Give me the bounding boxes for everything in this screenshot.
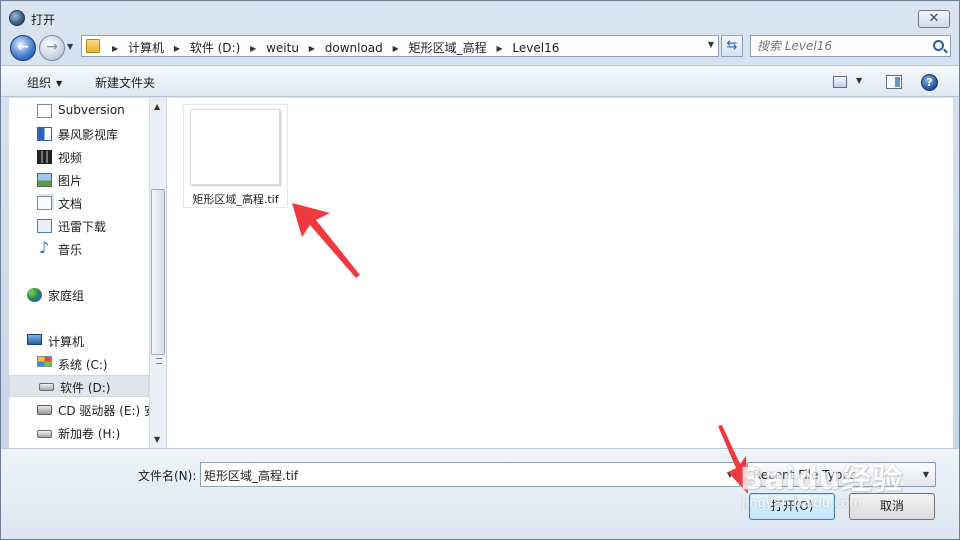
nav-item-computer[interactable]: 计算机 xyxy=(27,331,155,351)
change-view-icon[interactable] xyxy=(833,76,847,88)
nav-item-label: 系统 (C:) xyxy=(58,358,108,372)
breadcrumb-weitu[interactable]: weitu xyxy=(266,41,299,55)
navigation-pane: Subversion 暴风影视库 视频 图片 文档 迅雷下载 音乐 家庭组 xyxy=(9,98,167,448)
nav-item-cd-drive-e[interactable]: CD 驱动器 (E:) 安 xyxy=(37,400,155,420)
nav-item-drive-d[interactable]: 软件 (D:) xyxy=(9,375,149,397)
recent-locations-button[interactable]: ▼ xyxy=(67,42,77,52)
filename-combobox[interactable]: ▼ xyxy=(200,462,740,487)
nav-item-label: 视频 xyxy=(58,151,83,165)
view-options-dropdown-icon[interactable]: ▼ xyxy=(856,76,862,85)
close-button[interactable]: ✕ xyxy=(918,10,950,28)
file-item[interactable]: 矩形区域_高程.tif xyxy=(183,104,288,208)
nav-pane-scrollbar[interactable]: ▲ ▼ xyxy=(149,98,166,448)
search-box[interactable] xyxy=(750,35,951,57)
refresh-icon: ⇆ xyxy=(726,38,738,53)
documents-icon xyxy=(37,196,52,210)
nav-item-label: 计算机 xyxy=(48,335,85,349)
help-icon[interactable]: ? xyxy=(921,74,938,91)
image-file-icon xyxy=(190,109,280,185)
back-button[interactable]: ← xyxy=(10,35,36,61)
nav-item-label: 音乐 xyxy=(58,243,83,257)
nav-item-label: 文档 xyxy=(58,197,83,211)
nav-item-documents[interactable]: 文档 xyxy=(37,193,155,213)
scroll-down-icon[interactable]: ▼ xyxy=(154,435,160,444)
window-title: 打开 xyxy=(31,13,56,27)
organize-button[interactable]: 组织 ▼ xyxy=(27,74,62,91)
file-name: 矩形区域_高程.tif xyxy=(192,193,279,206)
windows-drive-icon xyxy=(37,356,52,367)
chevron-down-icon: ▼ xyxy=(56,79,63,88)
address-bar[interactable]: ▶ 计算机 ▶ 软件 (D:) ▶ weitu ▶ download ▶ 矩形区… xyxy=(81,35,719,57)
nav-item-label: 新加卷 (H:) xyxy=(58,427,121,441)
file-list-area[interactable]: 矩形区域_高程.tif xyxy=(167,98,953,448)
breadcrumb-computer[interactable]: 计算机 xyxy=(128,41,164,55)
computer-icon xyxy=(27,334,42,345)
breadcrumb-region-folder[interactable]: 矩形区域_高程 xyxy=(409,41,487,55)
breadcrumb-separator-icon[interactable]: ▶ xyxy=(174,44,180,53)
nav-item-label: 图片 xyxy=(58,174,83,188)
watermark-subtext: jingyan.baidu.com xyxy=(742,496,862,511)
homegroup-icon xyxy=(27,288,42,302)
nav-item-homegroup[interactable]: 家庭组 xyxy=(27,285,155,305)
breadcrumb-download[interactable]: download xyxy=(325,41,383,55)
breadcrumb-separator-icon[interactable]: ▶ xyxy=(393,44,399,53)
title-bar: 打开 ✕ xyxy=(1,1,959,35)
organize-label: 组织 xyxy=(27,76,52,90)
breadcrumb-separator-icon[interactable]: ▶ xyxy=(309,44,315,53)
preview-pane-icon[interactable] xyxy=(886,75,902,89)
search-icon[interactable] xyxy=(933,40,944,51)
filename-input[interactable] xyxy=(204,467,714,483)
video-icon xyxy=(37,150,52,164)
download-icon xyxy=(37,219,52,233)
nav-item-pictures[interactable]: 图片 xyxy=(37,170,155,190)
filename-label: 文件名(N): xyxy=(138,469,197,483)
cd-drive-icon xyxy=(37,405,52,415)
new-folder-button[interactable]: 新建文件夹 xyxy=(95,74,155,91)
address-dropdown-icon[interactable]: ▼ xyxy=(708,40,714,49)
search-input[interactable] xyxy=(757,38,927,54)
forward-button[interactable]: → xyxy=(39,35,65,61)
nav-item-videos[interactable]: 视频 xyxy=(37,147,155,167)
folder-icon xyxy=(86,39,100,53)
nav-item-music[interactable]: 音乐 xyxy=(37,238,155,259)
breadcrumb-separator-icon[interactable]: ▶ xyxy=(496,44,502,53)
scroll-up-icon[interactable]: ▲ xyxy=(154,102,160,111)
nav-item-label: 迅雷下载 xyxy=(58,220,107,234)
breadcrumb-level16[interactable]: Level16 xyxy=(512,41,559,55)
breadcrumb-separator-icon[interactable]: ▶ xyxy=(112,44,118,53)
music-icon xyxy=(39,238,50,257)
baidu-watermark: Baidu经验 jingyan.baidu.com xyxy=(740,436,940,526)
nav-item-baofeng-library[interactable]: 暴风影视库 xyxy=(37,124,155,144)
refresh-button[interactable]: ⇆ xyxy=(721,35,743,57)
media-library-icon xyxy=(37,127,52,141)
watermark-text: Baidu经验 xyxy=(740,462,904,497)
document-icon xyxy=(37,104,52,118)
chevron-down-icon: ▼ xyxy=(67,42,74,51)
drive-icon xyxy=(39,383,54,391)
scrollbar-thumb[interactable] xyxy=(151,189,165,364)
nav-item-label: 暴风影视库 xyxy=(58,128,119,142)
close-icon: ✕ xyxy=(928,11,940,26)
breadcrumb: ▶ 计算机 ▶ 软件 (D:) ▶ weitu ▶ download ▶ 矩形区… xyxy=(106,39,559,55)
nav-item-drive-c[interactable]: 系统 (C:) xyxy=(37,354,155,374)
nav-item-label: CD 驱动器 (E:) 安 xyxy=(58,404,155,418)
nav-item-subversion[interactable]: Subversion xyxy=(37,101,155,121)
drive-icon xyxy=(37,430,52,438)
app-globe-icon xyxy=(9,10,25,26)
grip-icon xyxy=(156,358,162,364)
nav-item-label: 软件 (D:) xyxy=(60,381,111,395)
nav-item-label: 家庭组 xyxy=(48,289,85,303)
picture-icon xyxy=(37,173,52,187)
breadcrumb-drive-d[interactable]: 软件 (D:) xyxy=(190,41,240,55)
command-toolbar: 组织 ▼ 新建文件夹 ▼ ? xyxy=(1,65,959,97)
back-arrow-icon: ← xyxy=(17,39,29,55)
nav-item-drive-h[interactable]: 新加卷 (H:) xyxy=(37,423,155,443)
breadcrumb-separator-icon[interactable]: ▶ xyxy=(250,44,256,53)
forward-arrow-icon: → xyxy=(46,39,58,55)
nav-item-label: Subversion xyxy=(58,103,125,117)
filename-dropdown-icon[interactable]: ▼ xyxy=(727,470,733,479)
nav-item-thunder-downloads[interactable]: 迅雷下载 xyxy=(37,216,155,236)
